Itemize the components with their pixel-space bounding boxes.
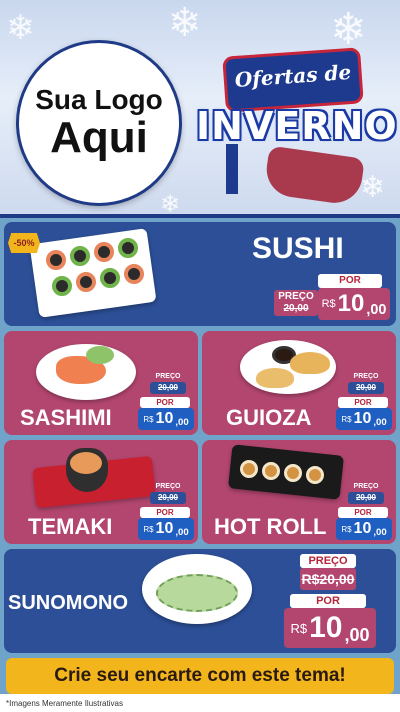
price-integer: 10 bbox=[155, 410, 174, 427]
old-price-value: 20,00 bbox=[283, 303, 309, 314]
product-name-sushi: SUSHI bbox=[252, 232, 344, 265]
old-price-tag: R$20,00 bbox=[300, 568, 356, 590]
roll-piece bbox=[306, 466, 324, 484]
roll-piece bbox=[284, 464, 302, 482]
flyer-page: ❄ ❄ ❄ ❄ ❄ Sua Logo Aqui Ofertas de INVER… bbox=[0, 0, 400, 712]
new-price-tag: R$ 10 ,00 bbox=[336, 518, 392, 540]
header: ❄ ❄ ❄ ❄ ❄ Sua Logo Aqui Ofertas de INVER… bbox=[0, 0, 400, 218]
product-name-temaki: TEMAKI bbox=[28, 514, 113, 539]
old-price-tag: 20,00 bbox=[348, 492, 384, 504]
old-price-tag: 20,00 bbox=[150, 492, 186, 504]
new-price-label: POR bbox=[338, 397, 388, 408]
sushi-piece bbox=[100, 268, 120, 288]
old-price-value: 20,00 bbox=[355, 383, 377, 392]
old-price-label: PREÇO bbox=[155, 483, 181, 490]
snowflake-icon: ❄ bbox=[6, 8, 35, 48]
sushi-piece bbox=[46, 250, 66, 270]
sushi-piece bbox=[52, 276, 72, 296]
cucumber-salad bbox=[156, 574, 238, 612]
new-price-label: POR bbox=[140, 507, 190, 518]
old-price-label: PREÇO bbox=[300, 554, 356, 568]
old-price-value: 20,00 bbox=[157, 493, 179, 502]
roll-piece bbox=[240, 460, 258, 478]
new-price-label: POR bbox=[318, 274, 382, 288]
garnish bbox=[86, 346, 114, 364]
price-currency: R$ bbox=[143, 414, 154, 424]
new-price-tag: R$ 10 ,00 bbox=[336, 408, 392, 430]
sushi-piece bbox=[94, 242, 114, 262]
old-price-label: PREÇO bbox=[353, 483, 379, 490]
new-price-label: POR bbox=[290, 594, 366, 608]
sign-post bbox=[226, 144, 238, 194]
price-integer: 10 bbox=[353, 410, 372, 427]
product-name-sunomono: SUNOMONO bbox=[8, 592, 128, 614]
product-name-sashimi: SASHIMI bbox=[20, 405, 112, 430]
new-price-tag: R$ 10 ,00 bbox=[138, 408, 194, 430]
sushi-piece bbox=[118, 238, 138, 258]
new-price-tag: R$ 10 ,00 bbox=[284, 608, 376, 648]
cta-button[interactable]: Crie seu encarte com este tema! bbox=[6, 658, 394, 694]
price-currency: R$ bbox=[290, 620, 308, 636]
campaign-line2: INVERNO bbox=[196, 104, 398, 148]
sushi-piece bbox=[70, 246, 90, 266]
product-name-guioza: GUIOZA bbox=[226, 405, 312, 430]
price-cents: ,00 bbox=[344, 625, 370, 645]
price-cents: ,00 bbox=[175, 417, 189, 428]
discount-badge: -50% bbox=[8, 233, 40, 253]
logo-line2: Aqui bbox=[50, 113, 148, 162]
sushi-piece bbox=[76, 272, 96, 292]
new-price-tag: R$ 10 ,00 bbox=[318, 288, 390, 320]
price-currency: R$ bbox=[341, 414, 352, 424]
scarf-decoration bbox=[263, 145, 365, 207]
price-integer: 10 bbox=[337, 290, 365, 317]
old-price-label: PREÇO bbox=[353, 373, 379, 380]
price-cents: ,00 bbox=[373, 527, 387, 538]
dumpling bbox=[256, 368, 294, 388]
new-price-label: POR bbox=[338, 507, 388, 518]
price-cents: ,00 bbox=[373, 417, 387, 428]
price-currency: R$ bbox=[321, 298, 336, 310]
disclaimer-text: *Imagens Meramente Ilustrativas bbox=[0, 696, 400, 712]
old-price-label: PREÇO bbox=[278, 291, 314, 302]
price-integer: 10 bbox=[155, 520, 174, 537]
price-cents: ,00 bbox=[366, 302, 387, 318]
old-price-tag: PREÇO 20,00 bbox=[274, 290, 318, 316]
logo-line1: Sua Logo bbox=[35, 84, 163, 115]
old-price-value: 20,00 bbox=[355, 493, 377, 502]
old-price-value: 20,00 bbox=[157, 383, 179, 392]
new-price-tag: R$ 10 ,00 bbox=[138, 518, 194, 540]
logo-placeholder: Sua Logo Aqui bbox=[16, 40, 182, 206]
old-price-value: R$20,00 bbox=[301, 571, 355, 587]
old-price-label: PREÇO bbox=[155, 373, 181, 380]
product-name-hot-roll: HOT ROLL bbox=[214, 514, 327, 539]
price-integer: 10 bbox=[353, 520, 372, 537]
old-price-tag: 20,00 bbox=[348, 382, 384, 394]
old-price-tag: 20,00 bbox=[150, 382, 186, 394]
price-integer: 10 bbox=[309, 611, 343, 644]
temaki-filling bbox=[70, 452, 102, 474]
price-currency: R$ bbox=[341, 524, 352, 534]
winter-offers-badge: Ofertas de INVERNO bbox=[196, 24, 398, 214]
sushi-piece bbox=[124, 264, 144, 284]
price-cents: ,00 bbox=[175, 527, 189, 538]
price-currency: R$ bbox=[143, 524, 154, 534]
dumpling bbox=[290, 352, 330, 374]
new-price-label: POR bbox=[140, 397, 190, 408]
roll-piece bbox=[262, 462, 280, 480]
